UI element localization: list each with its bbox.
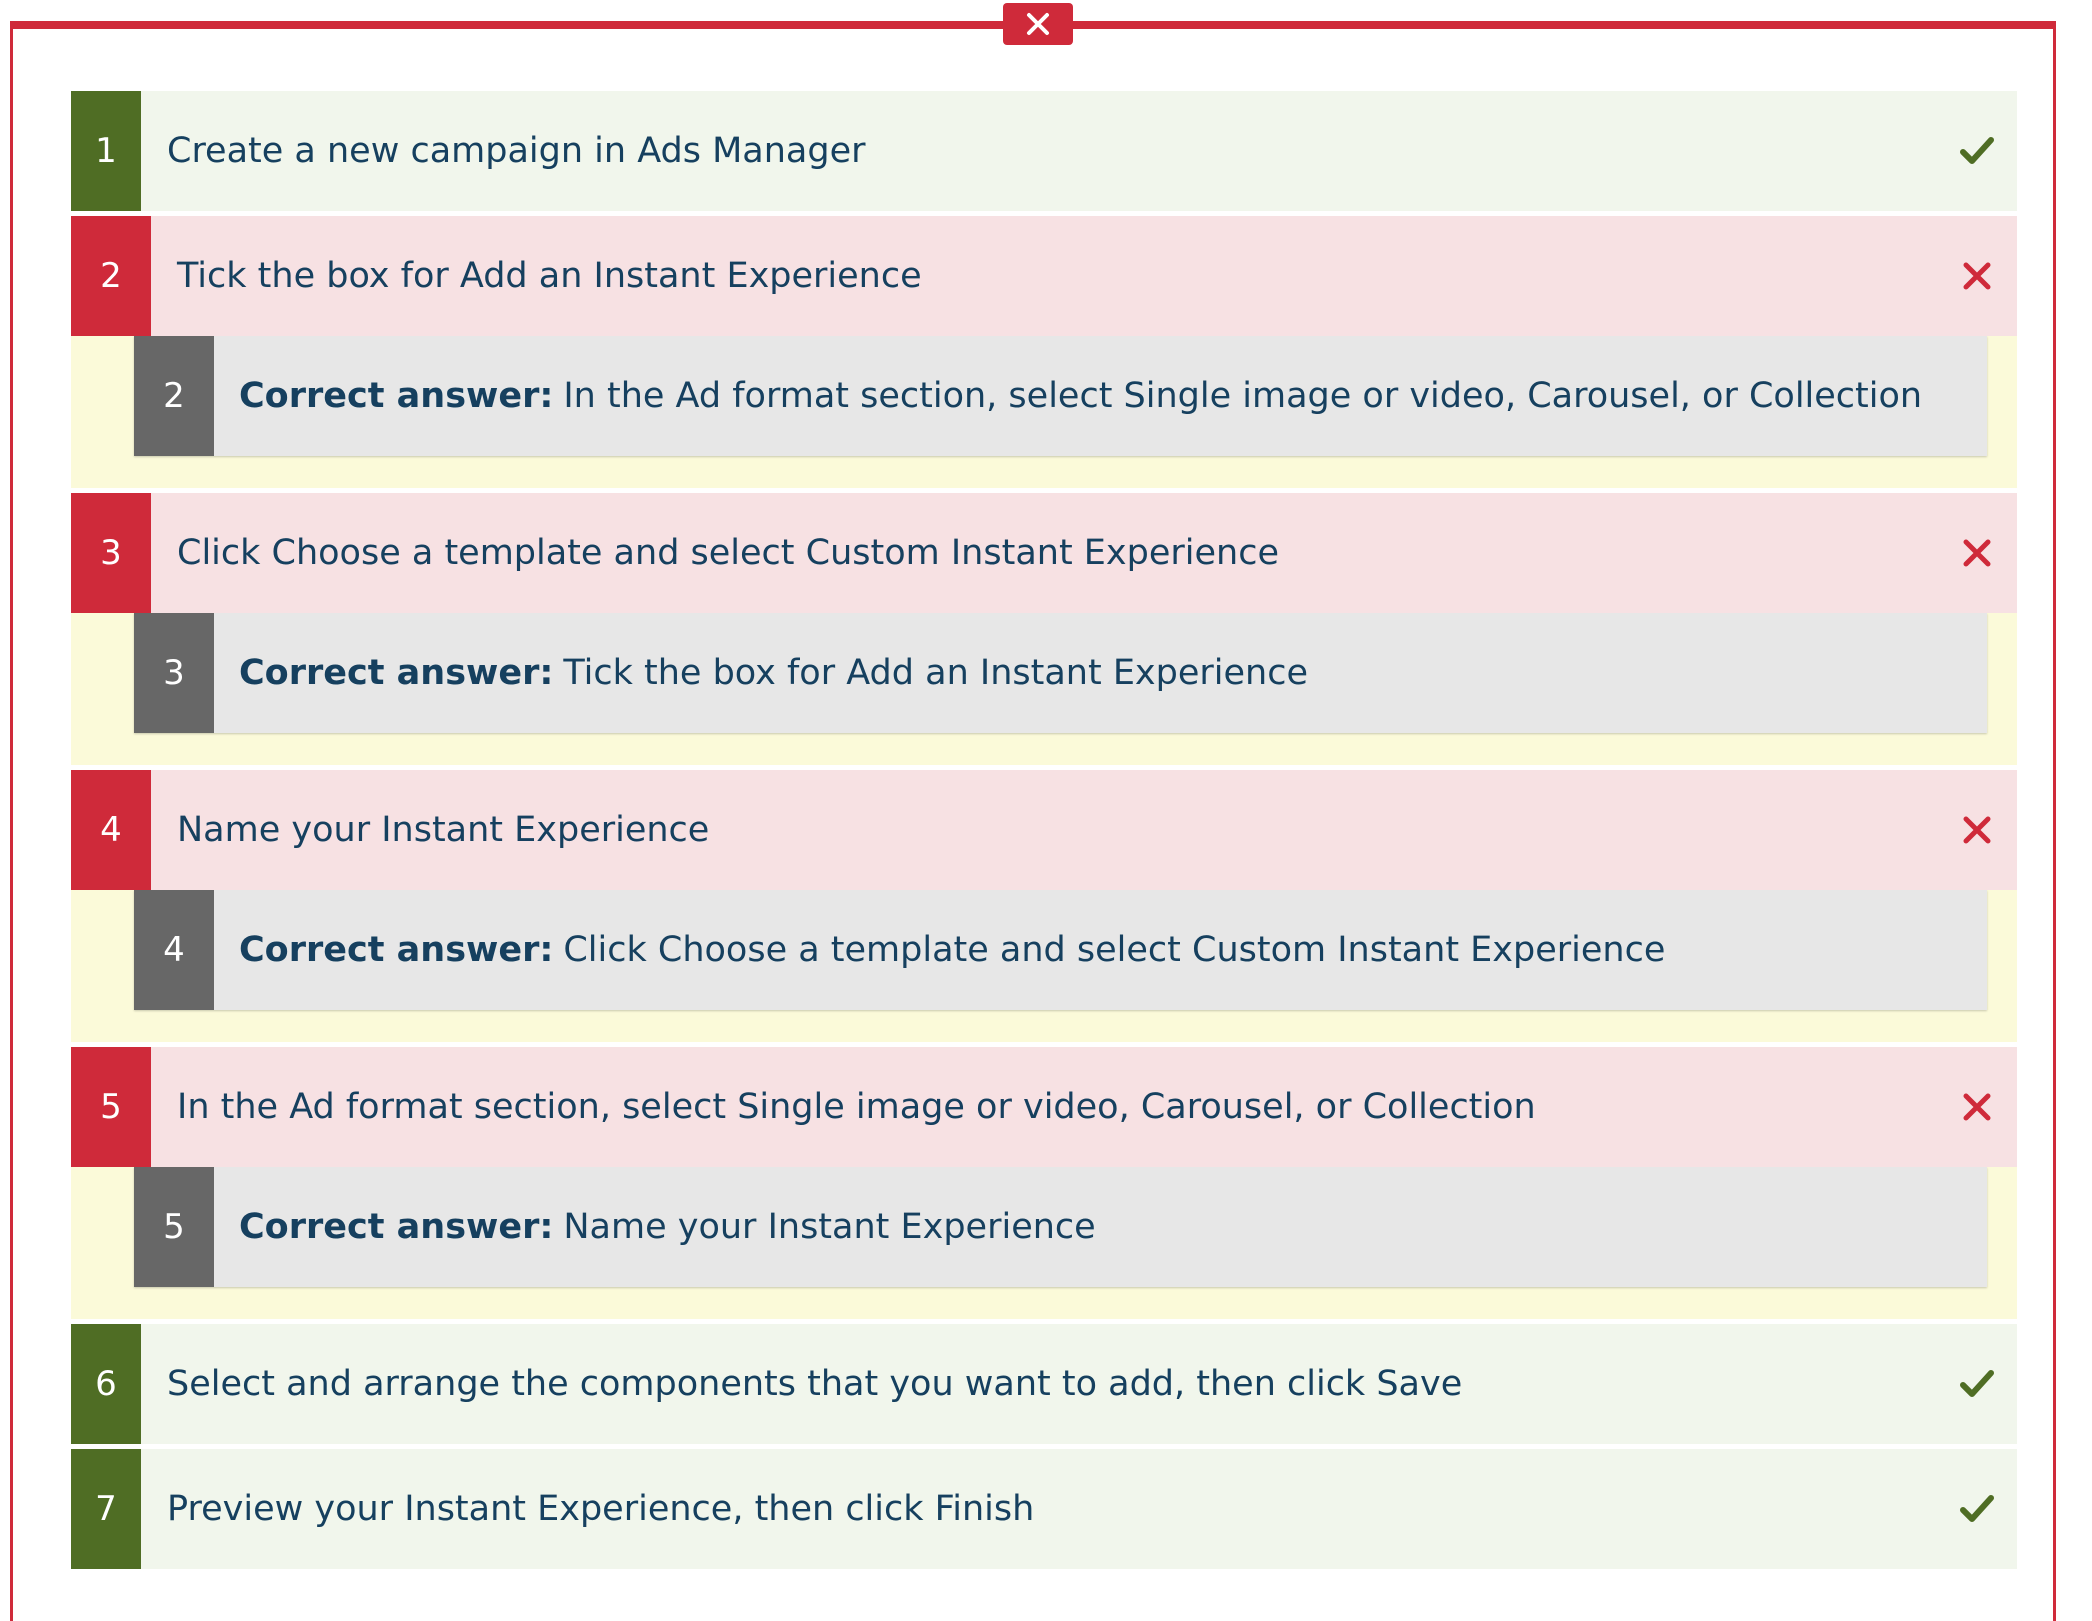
correct-answer-text: Click Choose a template and select Custo…	[563, 930, 1666, 970]
correct-answer-row: 5 Correct answer: Name your Instant Experi…	[134, 1167, 1987, 1287]
correct-answer-text: Name your Instant Experience	[563, 1207, 1096, 1247]
correct-answer-label: Correct answer:	[239, 1207, 554, 1247]
correct-answer-label: Correct answer:	[239, 653, 554, 693]
answer-text-wrapper: Correct answer: In the Ad format section,…	[214, 376, 1922, 416]
correct-answer-panel: 3 Correct answer: Tick the box for Add an …	[71, 613, 2017, 765]
close-icon	[1027, 13, 1049, 35]
step-text: Click Choose a template and select Custo…	[177, 533, 1279, 573]
correct-answer-text: Tick the box for Add an Instant Experien…	[563, 653, 1308, 693]
cross-icon	[1937, 1047, 2017, 1167]
step-row: 5 In the Ad format section, select Single…	[71, 1047, 2017, 1167]
correct-answer-panel: 5 Correct answer: Name your Instant Experi…	[71, 1167, 2017, 1319]
answer-text-wrapper: Correct answer: Tick the box for Add an I…	[214, 653, 1308, 693]
step-number: 7	[71, 1449, 141, 1569]
step-text: Tick the box for Add an Instant Experien…	[177, 256, 922, 296]
check-icon	[1937, 1324, 2017, 1444]
answer-text-wrapper: Correct answer: Click Choose a template a…	[214, 930, 1665, 970]
step-text: Preview your Instant Experience, then cl…	[167, 1489, 1035, 1529]
step-number: 3	[71, 493, 151, 613]
answer-text-wrapper: Correct answer: Name your Instant Experie…	[214, 1207, 1096, 1247]
close-button[interactable]	[1003, 3, 1073, 45]
step-text: Name your Instant Experience	[177, 810, 710, 850]
step-row: 2 Tick the box for Add an Instant Experie…	[71, 216, 2017, 336]
correct-answer-label: Correct answer:	[239, 930, 554, 970]
cross-icon	[1937, 770, 2017, 890]
check-icon	[1937, 1449, 2017, 1569]
step-row: 4 Name your Instant Experience	[71, 770, 2017, 890]
check-icon	[1937, 91, 2017, 211]
cross-icon	[1937, 216, 2017, 336]
step-list: 1 Create a new campaign in Ads Manager 2 Ti…	[71, 91, 2017, 1569]
correct-answer-text: In the Ad format section, select Single …	[563, 376, 1923, 416]
step-number: 6	[71, 1324, 141, 1444]
answer-number: 4	[134, 890, 214, 1010]
correct-answer-row: 4 Correct answer: Click Choose a template …	[134, 890, 1987, 1010]
step-text: Select and arrange the components that y…	[167, 1364, 1463, 1404]
step-text: In the Ad format section, select Single …	[177, 1087, 1536, 1127]
step-row: 7 Preview your Instant Experience, then c…	[71, 1449, 2017, 1569]
step-row: 3 Click Choose a template and select Cust…	[71, 493, 2017, 613]
correct-answer-panel: 4 Correct answer: Click Choose a template …	[71, 890, 2017, 1042]
correct-answer-label: Correct answer:	[239, 376, 554, 416]
correct-answer-row: 3 Correct answer: Tick the box for Add an …	[134, 613, 1987, 733]
correct-answer-panel: 2 Correct answer: In the Ad format section…	[71, 336, 2017, 488]
answer-number: 3	[134, 613, 214, 733]
step-row: 1 Create a new campaign in Ads Manager	[71, 91, 2017, 211]
step-row: 6 Select and arrange the components that …	[71, 1324, 2017, 1444]
answer-number: 5	[134, 1167, 214, 1287]
step-text: Create a new campaign in Ads Manager	[167, 131, 866, 171]
answer-number: 2	[134, 336, 214, 456]
step-number: 1	[71, 91, 141, 211]
cross-icon	[1937, 493, 2017, 613]
step-number: 4	[71, 770, 151, 890]
step-number: 2	[71, 216, 151, 336]
correct-answer-row: 2 Correct answer: In the Ad format section…	[134, 336, 1987, 456]
step-number: 5	[71, 1047, 151, 1167]
